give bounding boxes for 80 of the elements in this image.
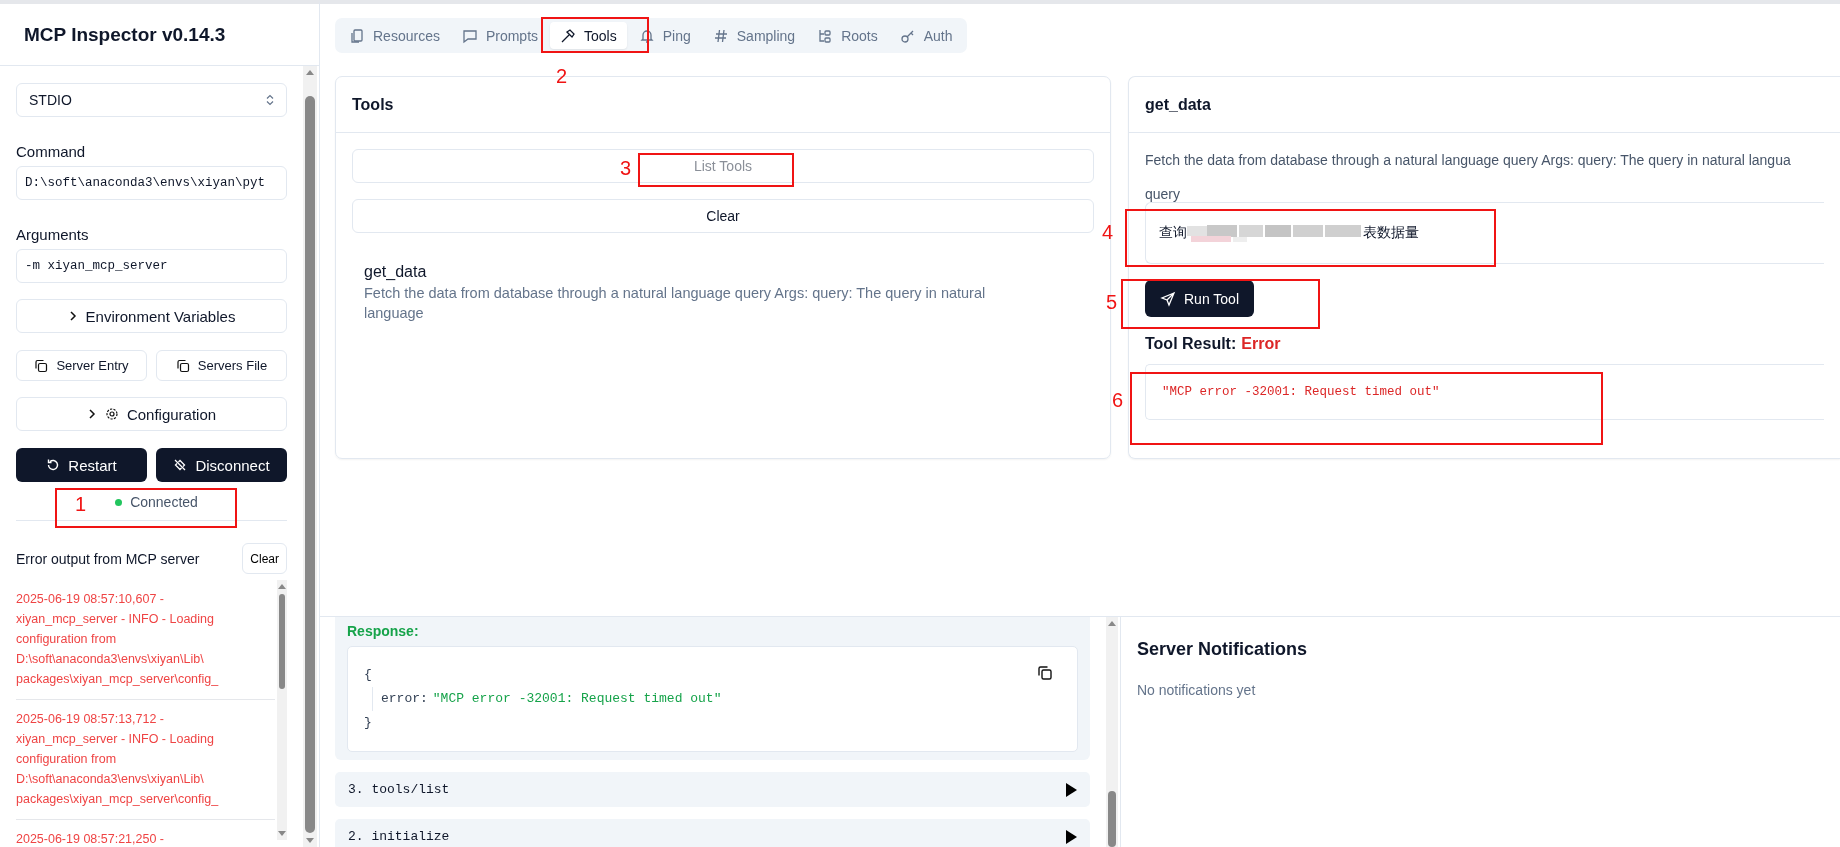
connection-status: Connected [130,494,198,510]
transport-select[interactable]: STDIO [16,83,287,117]
copy-icon [175,358,190,373]
history-item[interactable]: 3. tools/list [335,772,1090,807]
log-line: configuration from [16,631,118,648]
tab[interactable]: Prompts [451,22,549,49]
annotation-number: 1 [75,494,87,514]
log-line: configuration from [16,751,118,768]
gear-icon [104,407,119,421]
log-line: xiyan_mcp_server - INFO - Loading [16,611,215,628]
tab[interactable]: Ping [628,22,701,49]
log-scrollbar[interactable] [277,580,287,840]
log-line: 2025-06-19 08:57:21,250 - [16,831,166,847]
copy-icon[interactable] [1037,665,1053,681]
tab[interactable]: Tools [550,22,627,49]
clear-button[interactable]: Clear [352,199,1094,233]
servers-file-button[interactable]: Servers File [156,350,287,381]
speech-bubble-icon [461,27,478,44]
hammer-icon [560,27,577,44]
json-key: error: [381,687,428,711]
command-label: Command [16,143,87,160]
tab[interactable]: Sampling [702,22,806,49]
restart-icon [46,458,61,472]
response-label: Response: [347,623,420,639]
chevron-right-icon [67,310,78,322]
history-scrollbar[interactable] [1106,617,1118,847]
command-field[interactable]: D:\soft\anaconda3\envs\xiyan\pyt [16,166,287,200]
error-output-title: Error output from MCP server [16,550,200,567]
result-label: Tool Result: [1145,335,1237,353]
send-icon [1160,290,1176,307]
copy-icon [34,358,49,373]
annotation-number: 3 [620,158,632,178]
disconnect-button[interactable]: Disconnect [156,448,287,482]
sidebar-scrollbar[interactable] [303,66,317,847]
hash-icon [712,27,729,44]
arguments-field[interactable]: -m xiyan_mcp_server [16,249,287,283]
log-line: 2025-06-19 08:57:13,712 - [16,711,166,728]
result-text: "MCP error -32001: Request timed out" [1162,385,1440,399]
log-line: xiyan_mcp_server - INFO - Loading [16,731,215,748]
history-item[interactable]: 2. initialize [335,819,1090,847]
notifications-title: Server Notifications [1137,639,1308,660]
run-tool-button[interactable]: Run Tool [1145,280,1254,317]
panel-title: Tools [352,95,394,114]
app-title: MCP Inspector v0.14.3 [24,23,226,46]
json-brace: { [364,666,372,684]
annotation-number: 5 [1106,292,1118,312]
empty-message: No notifications yet [1137,682,1257,698]
unplug-icon [173,458,188,472]
restart-button[interactable]: Restart [16,448,147,482]
json-value: "MCP error -32001: Request timed out" [432,690,722,708]
panel-title: get_data [1145,95,1211,114]
annotation-number: 6 [1112,390,1124,410]
configuration-button[interactable]: Configuration [16,397,287,431]
annotation-number: 2 [556,66,568,86]
log-line: D:\soft\anaconda3\envs\xiyan\Lib\ [16,771,205,788]
result-status: Error [1241,335,1281,353]
log-line: packages\xiyan_mcp_server\config_ [16,791,220,808]
tool-list-item[interactable]: get_data Fetch the data from database through a natural language query Args: query: The query in natural language [352,249,1094,329]
query-field[interactable]: 查询 表数据量 [1145,202,1824,264]
parameter-label: query [1145,186,1182,202]
tool-description: Fetch the data from database through a natural language query Args: query: The query in natural language [364,284,987,323]
tree-icon [817,27,834,44]
tool-name: get_data [364,263,428,281]
log-line: 2025-06-19 08:57:10,607 - [16,591,166,608]
bell-icon [638,27,655,44]
arguments-label: Arguments [16,226,90,243]
chevron-right-icon [86,408,97,420]
server-entry-button[interactable]: Server Entry [16,350,147,381]
log-line: packages\xiyan_mcp_server\config_ [16,671,220,688]
log-line: D:\soft\anaconda3\envs\xiyan\Lib\ [16,651,205,668]
environment-variables-button[interactable]: Environment Variables [16,299,287,333]
files-icon [349,27,365,44]
tab[interactable]: Resources [339,22,450,49]
clear-button[interactable]: Clear [242,543,287,574]
annotation-number: 4 [1102,222,1114,242]
tab[interactable]: Auth [889,22,963,49]
chevron-updown-icon [266,94,274,106]
tool-description: Fetch the data from database through a natural language query Args: query: The query in natural langua [1145,152,1792,168]
json-brace: } [364,714,372,732]
tab[interactable]: Roots [807,22,888,49]
